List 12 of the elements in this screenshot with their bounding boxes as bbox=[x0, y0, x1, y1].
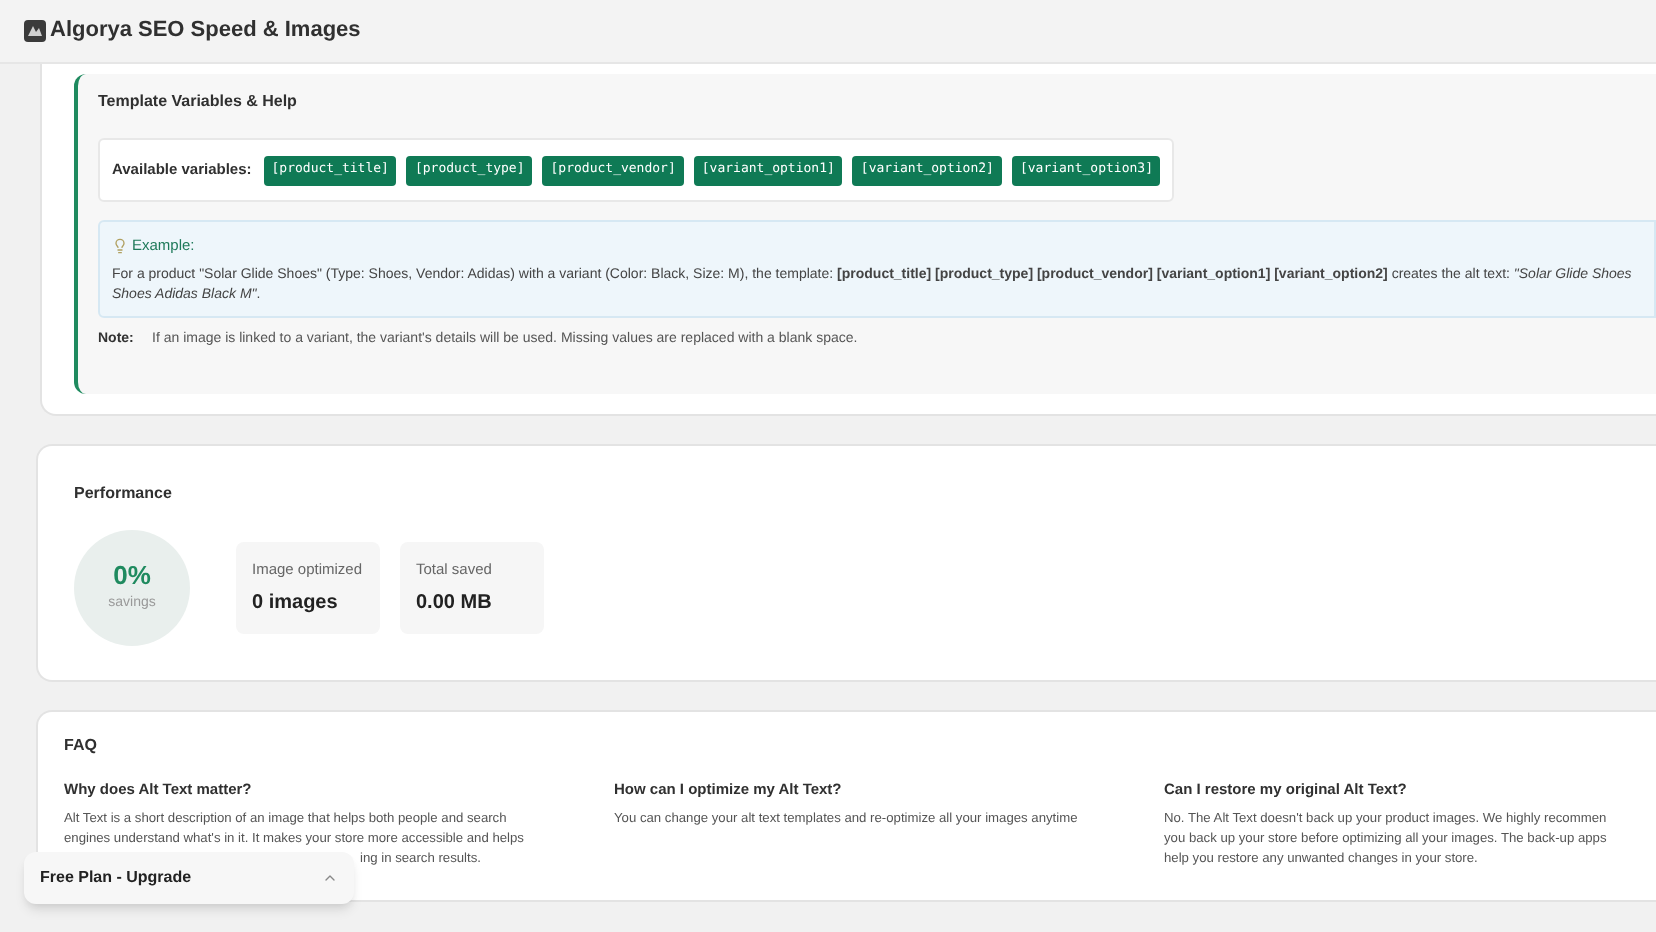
section-title: Performance bbox=[74, 482, 174, 506]
app-logo-icon bbox=[24, 20, 46, 42]
lightbulb-icon bbox=[112, 237, 128, 254]
plan-label: Free Plan - Upgrade bbox=[40, 866, 192, 890]
stat-value: 0 images bbox=[252, 590, 340, 619]
section-title: FAQ bbox=[64, 734, 99, 758]
app-title: Algorya SEO Speed & Images bbox=[50, 16, 361, 47]
chevron-up-icon bbox=[322, 870, 338, 886]
plan-banner[interactable]: Free Plan - Upgrade bbox=[24, 852, 354, 904]
savings-value: 0% bbox=[113, 561, 151, 590]
section-title: Template Variables & Help bbox=[98, 90, 299, 114]
stat-value: 0.00 MB bbox=[416, 590, 494, 619]
